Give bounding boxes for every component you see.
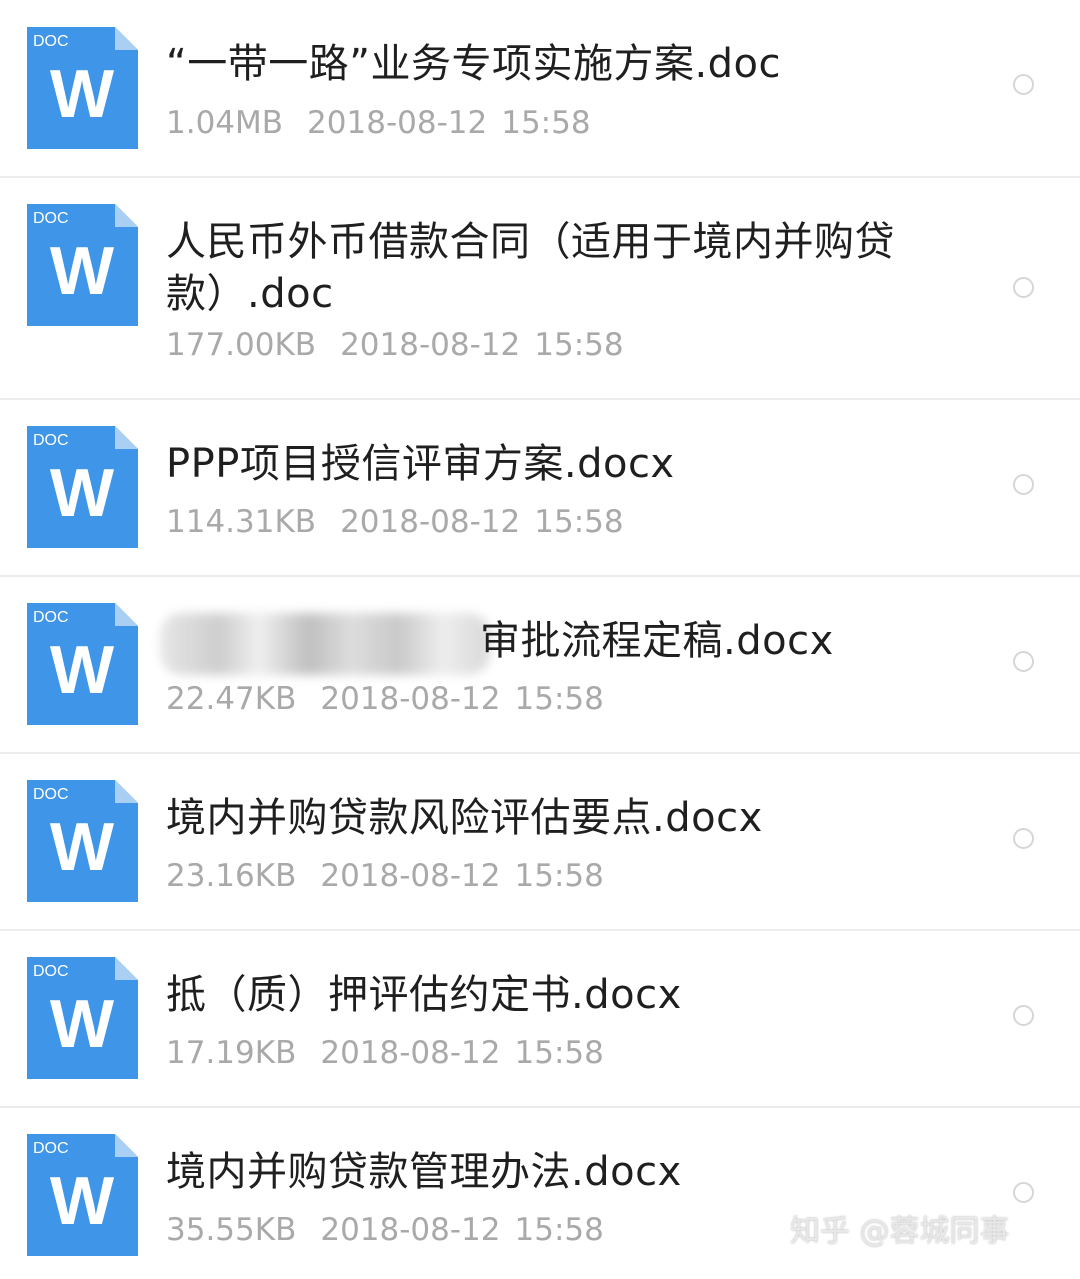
- svg-text:DOC: DOC: [33, 432, 69, 449]
- select-radio[interactable]: [1013, 474, 1034, 495]
- file-time: 15:58: [514, 858, 604, 894]
- select-radio[interactable]: [1013, 1182, 1034, 1203]
- file-date: 2018-08-12: [340, 504, 521, 540]
- file-time: 15:58: [534, 504, 624, 540]
- file-size: 35.55KB: [166, 1212, 297, 1248]
- word-doc-icon: DOC W: [27, 27, 138, 149]
- word-doc-icon: DOC W: [27, 957, 138, 1079]
- file-time: 15:58: [501, 105, 591, 141]
- file-meta: 177.00KB 2018-08-12 15:58: [166, 326, 624, 364]
- file-size: 114.31KB: [166, 504, 317, 540]
- file-meta: 35.55KB 2018-08-12 15:58: [166, 1211, 604, 1249]
- file-meta: 17.19KB 2018-08-12 15:58: [166, 1034, 604, 1072]
- file-date: 2018-08-12: [320, 681, 501, 717]
- select-radio[interactable]: [1013, 74, 1034, 95]
- file-name: 境内并购贷款管理办法.docx: [166, 1149, 682, 1195]
- watermark: 知乎 @蓉城同事: [790, 1214, 1010, 1249]
- list-item[interactable]: DOC W 审批流程定稿.docx 22.47KB 2018-08-12 15:58: [0, 577, 1080, 754]
- file-date: 2018-08-12: [320, 1035, 501, 1071]
- svg-text:DOC: DOC: [33, 963, 69, 980]
- redacted-blur: [160, 613, 490, 675]
- word-doc-icon: DOC W: [27, 1134, 138, 1256]
- file-name: 境内并购贷款风险评估要点.docx: [166, 795, 763, 841]
- file-date: 2018-08-12: [340, 327, 521, 363]
- file-name: PPP项目授信评审方案.docx: [166, 441, 675, 487]
- svg-text:DOC: DOC: [33, 33, 69, 50]
- word-doc-icon: DOC W: [27, 426, 138, 548]
- word-doc-icon: DOC W: [27, 603, 138, 725]
- file-meta: 22.47KB 2018-08-12 15:58: [166, 680, 604, 718]
- select-radio[interactable]: [1013, 828, 1034, 849]
- svg-text:DOC: DOC: [33, 786, 69, 803]
- word-doc-icon: DOC W: [27, 204, 138, 326]
- file-size: 23.16KB: [166, 858, 297, 894]
- list-item[interactable]: DOC W 抵（质）押评估约定书.docx 17.19KB 2018-08-12 1…: [0, 931, 1080, 1108]
- file-time: 15:58: [534, 327, 624, 363]
- file-time: 15:58: [514, 681, 604, 717]
- file-date: 2018-08-12: [320, 1212, 501, 1248]
- file-size: 177.00KB: [166, 327, 317, 363]
- select-radio[interactable]: [1013, 277, 1034, 298]
- file-size: 17.19KB: [166, 1035, 297, 1071]
- svg-text:DOC: DOC: [33, 1140, 69, 1157]
- file-meta: 23.16KB 2018-08-12 15:58: [166, 857, 604, 895]
- file-meta: 1.04MB 2018-08-12 15:58: [166, 104, 591, 142]
- file-name: 人民币外币借款合同（适用于境内并购贷款）.doc: [166, 219, 895, 317]
- list-item[interactable]: DOC W 境内并购贷款风险评估要点.docx 23.16KB 2018-08-1…: [0, 754, 1080, 931]
- file-name: “一带一路”业务专项实施方案.doc: [166, 41, 782, 87]
- list-item[interactable]: DOC W PPP项目授信评审方案.docx 114.31KB 2018-08-1…: [0, 400, 1080, 577]
- svg-text:W: W: [50, 1163, 115, 1239]
- file-name: 审批流程定稿.docx: [480, 618, 834, 664]
- svg-text:W: W: [50, 455, 115, 531]
- file-meta: 114.31KB 2018-08-12 15:58: [166, 503, 624, 541]
- file-time: 15:58: [514, 1035, 604, 1071]
- file-size: 1.04MB: [166, 105, 284, 141]
- svg-text:W: W: [50, 809, 115, 885]
- svg-text:W: W: [50, 632, 115, 708]
- svg-text:W: W: [50, 233, 115, 309]
- file-name: 抵（质）押评估约定书.docx: [166, 972, 682, 1018]
- file-size: 22.47KB: [166, 681, 297, 717]
- list-item[interactable]: DOC W 境内并购贷款管理办法.docx 35.55KB 2018-08-12 1…: [0, 1108, 1080, 1279]
- svg-text:W: W: [50, 56, 115, 132]
- svg-text:DOC: DOC: [33, 609, 69, 626]
- list-item[interactable]: DOC W 人民币外币借款合同（适用于境内并购贷款）.doc 177.00KB 2…: [0, 178, 1080, 400]
- svg-text:DOC: DOC: [33, 210, 69, 227]
- file-date: 2018-08-12: [320, 858, 501, 894]
- svg-text:W: W: [50, 986, 115, 1062]
- word-doc-icon: DOC W: [27, 780, 138, 902]
- file-date: 2018-08-12: [307, 105, 488, 141]
- select-radio[interactable]: [1013, 1005, 1034, 1026]
- file-time: 15:58: [514, 1212, 604, 1248]
- list-item[interactable]: DOC W “一带一路”业务专项实施方案.doc 1.04MB 2018-08-1…: [0, 0, 1080, 178]
- select-radio[interactable]: [1013, 651, 1034, 672]
